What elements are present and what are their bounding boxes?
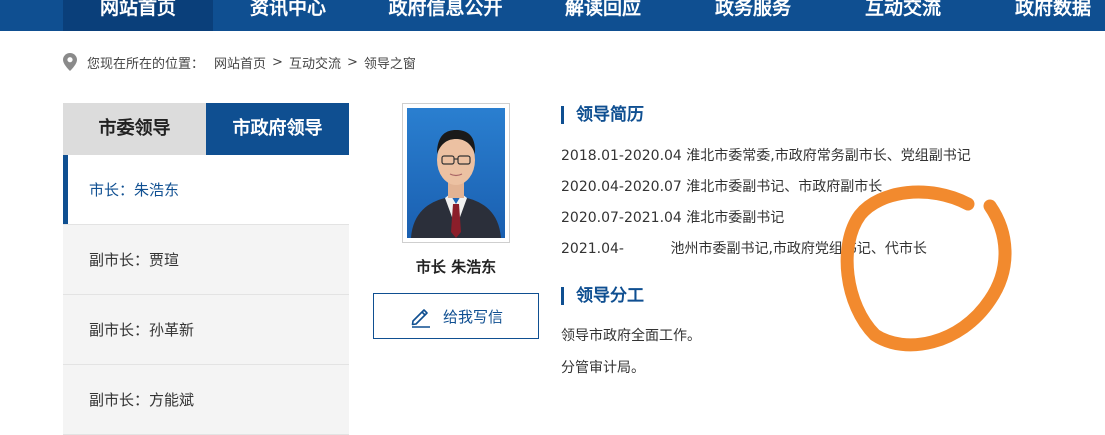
- leader-sidebar: 市委领导 市政府领导 市长：朱浩东 副市长：贾瑄 副市长：孙革新 副市长：方能斌: [63, 103, 349, 435]
- resume-row: 2018.01-2020.04 淮北市委常委,市政府常务副市长、党组副书记: [561, 145, 971, 165]
- resume-row: 2021.04- 池州市委副书记,市政府党组书记、代市长: [561, 238, 927, 258]
- nav-home[interactable]: 网站首页: [63, 0, 213, 31]
- breadcrumb: 您现在所在的位置： 网站首页 > 互动交流 > 领导之窗: [63, 52, 416, 72]
- leader-tabs: 市委领导 市政府领导: [63, 103, 349, 155]
- breadcrumb-leaders-window[interactable]: 领导之窗: [364, 53, 416, 72]
- pencil-icon: [411, 309, 430, 328]
- duty-row: 领导市政府全面工作。: [561, 328, 701, 344]
- leader-item-mayor[interactable]: 市长：朱浩东: [63, 155, 349, 225]
- resume-period: 2020.07-2021.04: [561, 210, 682, 226]
- breadcrumb-separator: >: [346, 54, 358, 70]
- tab-municipal-government-leaders[interactable]: 市政府领导: [206, 103, 349, 155]
- top-navigation: 网站首页 资讯中心 政府信息公开 解读回应 政务服务 互动交流 政府数据: [0, 0, 1105, 31]
- breadcrumb-home[interactable]: 网站首页: [214, 53, 266, 72]
- leader-list: 市长：朱浩东 副市长：贾瑄 副市长：孙革新 副市长：方能斌: [63, 155, 349, 435]
- duties-section-title: 领导分工: [561, 287, 644, 305]
- leader-item-vice-mayor-1[interactable]: 副市长：贾瑄: [63, 225, 349, 295]
- leader-name-caption: 市长 朱浩东: [415, 258, 497, 276]
- leader-photo: [402, 103, 510, 243]
- nav-gov-services[interactable]: 政务服务: [678, 0, 828, 31]
- nav-gov-data[interactable]: 政府数据: [978, 0, 1105, 31]
- duty-row: 分管审计局。: [561, 360, 645, 376]
- resume-period: 2018.01-2020.04: [561, 148, 682, 164]
- resume-period: 2020.04-2020.07: [561, 179, 682, 195]
- resume-text: 淮北市委常委,市政府常务副市长、党组副书记: [686, 148, 971, 164]
- breadcrumb-interaction[interactable]: 互动交流: [289, 53, 341, 72]
- resume-text: 淮北市委副书记、市政府副市长: [686, 179, 883, 195]
- leader-portrait-image: [407, 108, 505, 238]
- leader-item-vice-mayor-3[interactable]: 副市长：方能斌: [63, 365, 349, 435]
- resume-text: 池州市委副书记,市政府党组书记、代市长: [670, 241, 927, 257]
- nav-gov-info[interactable]: 政府信息公开: [363, 0, 528, 31]
- nav-interaction[interactable]: 互动交流: [828, 0, 978, 31]
- breadcrumb-separator: >: [272, 54, 283, 70]
- write-to-me-button[interactable]: 给我写信: [373, 293, 539, 339]
- leader-item-vice-mayor-2[interactable]: 副市长：孙革新: [63, 295, 349, 365]
- breadcrumb-prefix: 您现在所在的位置：: [87, 56, 205, 72]
- resume-period: 2021.04-: [561, 241, 624, 257]
- resume-row: 2020.07-2021.04 淮北市委副书记: [561, 207, 784, 227]
- write-to-me-label: 给我写信: [442, 307, 503, 326]
- resume-section-title: 领导简历: [561, 106, 644, 124]
- tab-party-committee-leaders[interactable]: 市委领导: [63, 103, 206, 155]
- resume-row: 2020.04-2020.07 淮北市委副书记、市政府副市长: [561, 176, 882, 196]
- location-pin-icon: [63, 53, 77, 71]
- nav-news-center[interactable]: 资讯中心: [213, 0, 363, 31]
- resume-text: 淮北市委副书记: [686, 210, 785, 226]
- nav-interpretation[interactable]: 解读回应: [528, 0, 678, 31]
